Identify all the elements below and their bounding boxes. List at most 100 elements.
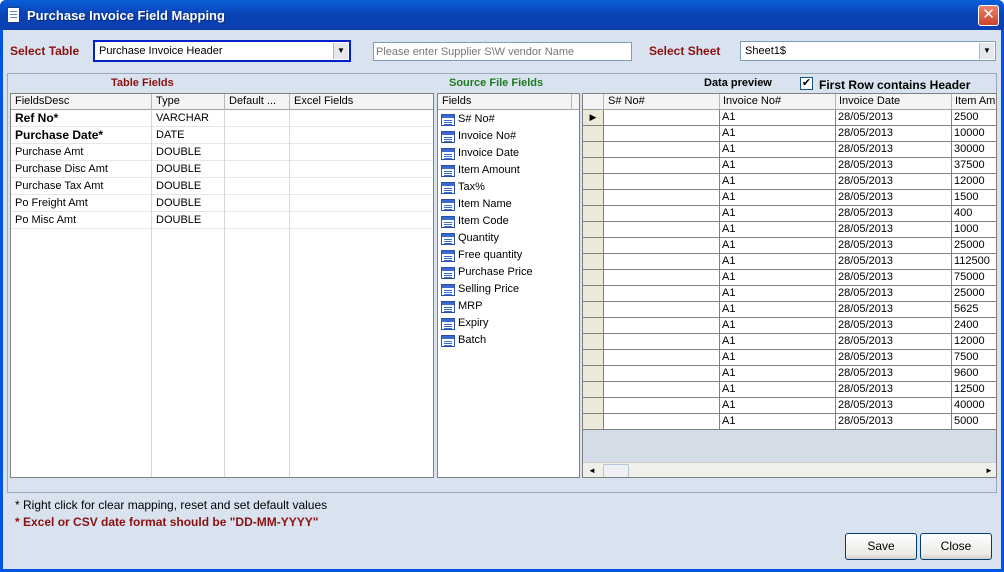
table-row[interactable]: Po Freight Amt DOUBLE — [11, 195, 433, 212]
preview-cell[interactable] — [604, 398, 720, 414]
preview-cell[interactable]: A1 — [720, 286, 836, 302]
col-excel-fields[interactable]: Excel Fields — [290, 94, 433, 110]
preview-cell[interactable]: 12500 — [952, 382, 996, 398]
default-value-cell[interactable] — [225, 195, 290, 212]
vendor-name-field[interactable] — [373, 42, 632, 61]
list-item[interactable]: Item Name — [438, 197, 579, 214]
preview-cell[interactable]: A1 — [720, 158, 836, 174]
preview-cell[interactable]: A1 — [720, 206, 836, 222]
preview-cell[interactable]: 75000 — [952, 270, 996, 286]
table-row[interactable]: Purchase Disc Amt DOUBLE — [11, 161, 433, 178]
preview-cell[interactable]: A1 — [720, 174, 836, 190]
save-button[interactable]: Save — [845, 533, 917, 560]
table-row[interactable]: A1 28/05/2013 30000 — [583, 142, 996, 158]
excel-field-cell[interactable] — [290, 195, 433, 212]
scroll-right-arrow-icon[interactable]: ► — [982, 464, 996, 477]
preview-cell[interactable]: 28/05/2013 — [836, 158, 952, 174]
list-item[interactable]: Invoice Date — [438, 146, 579, 163]
preview-cell[interactable]: A1 — [720, 382, 836, 398]
preview-cell[interactable] — [604, 382, 720, 398]
preview-cell[interactable]: 2500 — [952, 110, 996, 126]
preview-cell[interactable]: 1500 — [952, 190, 996, 206]
row-header[interactable] — [583, 318, 604, 334]
vendor-name-input[interactable] — [374, 43, 631, 60]
preview-cell[interactable]: A1 — [720, 350, 836, 366]
preview-cell[interactable]: 28/05/2013 — [836, 222, 952, 238]
table-row[interactable]: Purchase Amt DOUBLE — [11, 144, 433, 161]
row-header[interactable] — [583, 398, 604, 414]
default-value-cell[interactable] — [225, 161, 290, 178]
preview-cell[interactable]: 28/05/2013 — [836, 318, 952, 334]
list-item[interactable]: MRP — [438, 299, 579, 316]
preview-cell[interactable] — [604, 366, 720, 382]
preview-cell[interactable] — [604, 414, 720, 430]
preview-cell[interactable]: 400 — [952, 206, 996, 222]
table-row[interactable]: A1 28/05/2013 12000 — [583, 334, 996, 350]
preview-cell[interactable]: A1 — [720, 238, 836, 254]
table-row[interactable]: A1 28/05/2013 112500 — [583, 254, 996, 270]
chevron-down-icon[interactable]: ▼ — [979, 43, 994, 59]
row-header[interactable] — [583, 334, 604, 350]
col-type[interactable]: Type — [152, 94, 225, 110]
table-row[interactable]: Purchase Tax Amt DOUBLE — [11, 178, 433, 195]
row-header[interactable] — [583, 270, 604, 286]
preview-cell[interactable]: 25000 — [952, 286, 996, 302]
row-header[interactable] — [583, 382, 604, 398]
col-default[interactable]: Default ... — [225, 94, 290, 110]
preview-cell[interactable]: A1 — [720, 270, 836, 286]
table-row[interactable]: ▶ A1 28/05/2013 2500 — [583, 110, 996, 126]
table-row[interactable]: A1 28/05/2013 5000 — [583, 414, 996, 430]
scroll-left-arrow-icon[interactable]: ◄ — [585, 464, 599, 477]
preview-cell[interactable]: 28/05/2013 — [836, 414, 952, 430]
col-fields[interactable]: Fields — [438, 94, 572, 110]
first-row-header-checkbox[interactable]: ✔ — [800, 77, 813, 90]
excel-field-cell[interactable] — [290, 127, 433, 144]
list-item[interactable]: Batch — [438, 333, 579, 350]
select-sheet-dropdown[interactable]: Sheet1$ ▼ — [740, 41, 996, 61]
preview-cell[interactable]: A1 — [720, 222, 836, 238]
preview-cell[interactable]: A1 — [720, 366, 836, 382]
row-header[interactable] — [583, 350, 604, 366]
preview-cell[interactable]: 112500 — [952, 254, 996, 270]
list-item[interactable]: Item Amount — [438, 163, 579, 180]
preview-cell[interactable]: A1 — [720, 334, 836, 350]
table-row[interactable]: A1 28/05/2013 12500 — [583, 382, 996, 398]
preview-cell[interactable]: 2400 — [952, 318, 996, 334]
horizontal-scrollbar[interactable]: ◄ ► — [583, 462, 996, 477]
preview-cell[interactable] — [604, 174, 720, 190]
preview-cell[interactable] — [604, 270, 720, 286]
title-bar[interactable]: Purchase Invoice Field Mapping ✕ — [0, 0, 1004, 30]
preview-cell[interactable]: A1 — [720, 254, 836, 270]
col-item-amount[interactable]: Item Am — [952, 94, 996, 109]
default-value-cell[interactable] — [225, 178, 290, 195]
preview-cell[interactable] — [604, 158, 720, 174]
table-row[interactable]: Po Misc Amt DOUBLE — [11, 212, 433, 229]
preview-cell[interactable]: 28/05/2013 — [836, 254, 952, 270]
excel-field-cell[interactable] — [290, 110, 433, 127]
row-header[interactable] — [583, 126, 604, 142]
table-row[interactable]: A1 28/05/2013 10000 — [583, 126, 996, 142]
col-sno[interactable]: S# No# — [604, 94, 720, 109]
default-value-cell[interactable] — [225, 212, 290, 229]
row-header[interactable] — [583, 174, 604, 190]
table-row[interactable]: A1 28/05/2013 9600 — [583, 366, 996, 382]
preview-cell[interactable]: 28/05/2013 — [836, 286, 952, 302]
preview-cell[interactable]: A1 — [720, 302, 836, 318]
table-row[interactable]: A1 28/05/2013 25000 — [583, 238, 996, 254]
row-header[interactable] — [583, 206, 604, 222]
table-row[interactable]: A1 28/05/2013 2400 — [583, 318, 996, 334]
preview-cell[interactable]: 7500 — [952, 350, 996, 366]
scroll-thumb[interactable] — [603, 464, 629, 477]
table-row[interactable]: A1 28/05/2013 1500 — [583, 190, 996, 206]
preview-cell[interactable] — [604, 206, 720, 222]
preview-cell[interactable]: 28/05/2013 — [836, 126, 952, 142]
preview-cell[interactable] — [604, 318, 720, 334]
list-item[interactable]: S# No# — [438, 112, 579, 129]
preview-cell[interactable]: 25000 — [952, 238, 996, 254]
row-header[interactable] — [583, 238, 604, 254]
preview-cell[interactable]: A1 — [720, 398, 836, 414]
preview-cell[interactable]: 28/05/2013 — [836, 238, 952, 254]
preview-cell[interactable] — [604, 286, 720, 302]
preview-cell[interactable]: 37500 — [952, 158, 996, 174]
table-row[interactable]: A1 28/05/2013 75000 — [583, 270, 996, 286]
